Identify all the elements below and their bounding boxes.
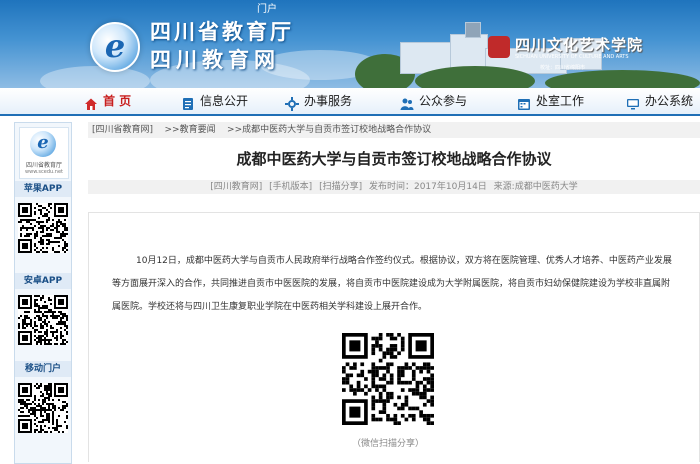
sidebar-logo-icon: e — [30, 131, 56, 157]
sidebar: e 四川省教育厅 www.scedu.net 苹果APP 安卓APP 移动门户 — [14, 122, 72, 464]
breadcrumb-news[interactable]: >>教育要闻 — [164, 125, 215, 135]
art-school-emblem — [488, 36, 510, 58]
article-paragraph-text: 10月12日，成都中医药大学与自贡市人民政府举行战略合作签约仪式。根据协议，双方… — [112, 256, 672, 312]
sidebar-label-android-app: 安卓APP — [15, 273, 71, 289]
meta-site-link[interactable]: [四川教育网] — [210, 182, 262, 192]
nav-label: 处室工作 — [536, 94, 585, 108]
sidebar-logo-name: 四川省教育厅 — [25, 162, 62, 169]
document-icon — [181, 94, 195, 110]
art-school-name: 四川文化艺术学院 — [515, 36, 644, 54]
nav-label: 办公系统 — [645, 94, 694, 108]
nav-label: 信息公开 — [200, 94, 249, 108]
nav-item-department-work[interactable]: 处室工作 — [517, 88, 584, 114]
nav-item-info-public[interactable]: 信息公开 — [181, 88, 248, 114]
main-nav: 首 页 信息公开 办事服务 公众参与 处室工作 办公系统 — [0, 88, 700, 116]
nav-label: 办事服务 — [304, 94, 353, 108]
qr-caption: （微信扫描分享） — [351, 439, 424, 449]
nav-item-home[interactable]: 首 页 — [84, 88, 131, 114]
meta-publish-date: 发布时间：2017年10月14日 — [368, 182, 487, 192]
calendar-icon — [517, 94, 531, 110]
wechat-share-qr-code[interactable] — [342, 333, 434, 425]
art-school-address: 校址：四川省绵阳市 — [540, 65, 586, 71]
nav-label: 公众参与 — [419, 94, 468, 108]
meta-source: 来源:成都中医药大学 — [493, 182, 578, 192]
home-icon — [84, 94, 98, 110]
site-banner: e 门户 四川省教育厅 四川教育网 四川文化艺术学院 SICHUAN UNIVE… — [0, 0, 700, 88]
nav-item-public-participation[interactable]: 公众参与 — [400, 88, 467, 114]
sidebar-logo-url: www.scedu.net — [25, 169, 63, 175]
site-title-line2: 四川教育网 — [150, 47, 280, 72]
sidebar-logo[interactable]: e 四川省教育厅 www.scedu.net — [19, 127, 69, 179]
sidebar-label-mobile-portal: 移动门户 — [15, 361, 71, 377]
nav-label: 首 页 — [103, 94, 132, 108]
breadcrumb-current[interactable]: >>成都中医药大学与自贡市签订校地战略合作协议 — [227, 125, 431, 135]
breadcrumb: [四川省教育网] >>教育要闻 >>成都中医药大学与自贡市签订校地战略合作协议 — [88, 122, 700, 138]
article-meta: [四川教育网] [手机版本] [扫描分享] 发布时间：2017年10月14日 来… — [88, 180, 700, 194]
meta-share-link[interactable]: [扫描分享] — [319, 182, 362, 192]
meta-mobile-link[interactable]: [手机版本] — [269, 182, 312, 192]
site-title-line1: 四川省教育厅 — [150, 19, 294, 44]
article-paragraph: 10月12日，成都中医药大学与自贡市人民政府举行战略合作签约仪式。根据协议，双方… — [112, 250, 672, 319]
nav-item-office-system[interactable]: 办公系统 — [626, 88, 693, 114]
android-app-qr-code[interactable] — [18, 295, 68, 345]
people-icon — [400, 94, 414, 110]
breadcrumb-home[interactable]: [四川省教育网] — [92, 125, 153, 135]
ios-app-qr-code[interactable] — [18, 203, 68, 253]
top-link-fragment[interactable]: 门户 — [257, 0, 277, 15]
art-school-english-name: SICHUAN UNIVERSITY OF CULTURE AND ARTS — [515, 54, 629, 60]
service-icon — [285, 94, 299, 111]
education-department-logo[interactable]: e — [90, 22, 140, 72]
monitor-icon — [626, 94, 640, 110]
mobile-portal-qr-code[interactable] — [18, 383, 68, 433]
sidebar-label-ios-app: 苹果APP — [15, 181, 71, 197]
banner-cloud — [40, 66, 150, 88]
nav-item-services[interactable]: 办事服务 — [285, 88, 352, 114]
article-title: 成都中医药大学与自贡市签订校地战略合作协议 — [236, 150, 552, 168]
